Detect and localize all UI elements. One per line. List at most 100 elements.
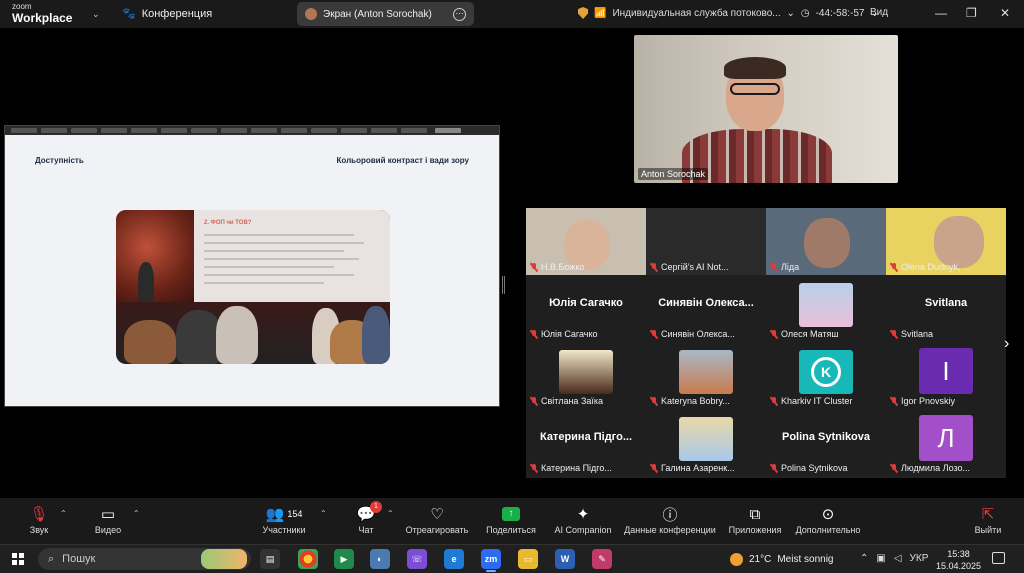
participant-display-name: Юлія Сагачко [549, 297, 623, 309]
search-highlight-image [201, 549, 247, 569]
participant-display-name: Polina Sytnikova [781, 431, 871, 443]
participant-tile[interactable]: K Kharkiv IT Cluster [766, 342, 886, 409]
meeting-toolbar: 🎙 Звук ⌃ ▭ Видео ⌃ 👥 154 Участники ⌃ 💬 1 Ч… [0, 498, 1024, 544]
participant-tile[interactable]: Л Людмила Лозо... [886, 409, 1006, 476]
participant-tile[interactable]: Юлія Сагачко Юлія Сагачко [526, 275, 646, 342]
zoom-logo[interactable]: zoom Workplace [12, 3, 73, 25]
volume-icon[interactable]: ◁ [894, 553, 902, 564]
participant-tile[interactable]: Олеся Матяш [766, 275, 886, 342]
chevron-up-icon[interactable]: ⌃ [860, 553, 868, 564]
cluster-logo-icon: K [811, 357, 841, 387]
chrome-icon[interactable] [298, 549, 318, 569]
close-icon[interactable]: ✕ [1000, 6, 1010, 20]
mic-off-icon [650, 396, 658, 406]
speaker-name: Anton Sorochak [638, 168, 709, 180]
more-options-icon[interactable]: ⋯ [453, 7, 466, 21]
screen-share-label: Экран (Anton Sorochak) [323, 8, 432, 20]
network-icon[interactable]: ▣ [876, 553, 885, 564]
stream-status[interactable]: 📶 Индивидуальная служба потоково... ⌄ ◷ … [578, 7, 879, 19]
notification-icon[interactable] [992, 552, 1005, 564]
weather-widget[interactable]: 21°C Meist sonnig [730, 553, 833, 566]
mic-off-icon [530, 262, 538, 272]
meeting-info-button[interactable]: 🐾 Конференция [122, 7, 212, 21]
mic-off-icon [650, 329, 658, 339]
mic-off-icon [650, 262, 658, 272]
participant-tile[interactable]: Галина Азаренк... [646, 409, 766, 476]
participant-tile[interactable]: Катерина Підго... Катерина Підго... [526, 409, 646, 476]
avatar [305, 8, 317, 20]
participant-name: Юлія Сагачко [541, 329, 598, 339]
taskbar-clock[interactable]: 15:38 15.04.2025 [936, 548, 981, 572]
paint-icon[interactable]: ✎ [592, 549, 612, 569]
minimize-icon[interactable]: — [935, 6, 947, 20]
view-button[interactable]: Вид [870, 7, 888, 18]
participant-name: Катерина Підго... [541, 463, 612, 473]
sun-icon [730, 553, 743, 566]
chevron-down-icon[interactable]: ⌄ [786, 8, 794, 19]
shared-screen[interactable]: Доступність Кольоровий контраст і вади з… [4, 125, 500, 407]
participant-tile[interactable]: Ліда [766, 208, 886, 275]
slide-photo: 2. ФОП чи ТОВ? [116, 210, 390, 364]
participants-count: 154 [287, 509, 303, 519]
meeting-timer: -44:-58:-57 [815, 7, 865, 19]
mic-off-icon [770, 262, 778, 272]
task-view-icon[interactable]: ▤ [260, 549, 280, 569]
mic-off-icon [890, 396, 898, 406]
language-indicator[interactable]: УКР [910, 553, 929, 564]
participant-tile[interactable]: Kateryna Bobry... [646, 342, 766, 409]
word-icon[interactable]: W [555, 549, 575, 569]
participant-tile[interactable]: Н.В.Божко [526, 208, 646, 275]
temperature: 21°C [749, 554, 772, 565]
clock-time: 15:38 [947, 549, 970, 559]
mic-muted-icon: 🎙 [29, 506, 49, 523]
leave-button[interactable]: ⇱ Выйти [940, 503, 1024, 535]
participant-tile[interactable]: Svitlana Svitlana [886, 275, 1006, 342]
active-speaker-video[interactable]: Anton Sorochak [634, 35, 898, 183]
mic-off-icon [770, 463, 778, 473]
mic-off-icon [890, 329, 898, 339]
viber-icon[interactable]: ☏ [407, 549, 427, 569]
system-tray[interactable]: ⌃ ▣ ◁ УКР [860, 553, 928, 564]
chevron-right-icon[interactable]: › [1004, 335, 1009, 353]
meet-icon[interactable]: ▶ [334, 549, 354, 569]
exit-icon: ⇱ [981, 506, 995, 523]
more-icon: ⊙ [821, 506, 835, 523]
stream-label: Индивидуальная служба потоково... [612, 7, 781, 19]
participant-tile[interactable]: Polina Sytnikova Polina Sytnikova [766, 409, 886, 476]
participant-tile[interactable]: Сергій's AI Not... [646, 208, 766, 275]
react-label: Отреагировать [405, 525, 469, 535]
browser-icon[interactable]: ◐ [370, 549, 390, 569]
participant-tile[interactable]: I Igor Pnovskiy [886, 342, 1006, 409]
taskbar-search[interactable]: ⌕ Пошук [38, 548, 251, 570]
chevron-up-icon[interactable]: ⌃ [133, 509, 140, 518]
chat-badge: 1 [370, 501, 382, 513]
chevron-down-icon[interactable]: ⌄ [92, 9, 100, 20]
video-label: Видео [94, 525, 122, 535]
participant-name: Н.В.Божко [541, 262, 585, 272]
participants-label: Участники [262, 525, 306, 535]
logo-line2: Workplace [12, 11, 73, 25]
file-explorer-icon[interactable]: ▭ [518, 549, 538, 569]
participant-tile[interactable]: Olena Dudnyk, ... [886, 208, 1006, 275]
mic-off-icon [770, 329, 778, 339]
video-button[interactable]: ▭ Видео [60, 503, 156, 535]
windows-start-icon[interactable] [12, 553, 24, 565]
participant-tile[interactable]: Синявін Олекса... Синявін Олекса... [646, 275, 766, 342]
edge-icon[interactable]: e [444, 549, 464, 569]
zoom-taskbar-icon[interactable]: zm [481, 549, 501, 569]
participant-name: Людмила Лозо... [901, 463, 971, 473]
windows-taskbar: ⌕ Пошук ▤ ▶ ◐ ☏ e zm ▭ W ✎ 21°C Meist so… [0, 544, 1024, 573]
shared-browser-tabs [5, 126, 499, 135]
meeting-info-toolbar-button[interactable]: ⓘ Данные конференции [622, 503, 718, 536]
restore-icon[interactable]: ❐ [966, 6, 977, 20]
more-button[interactable]: ⊙ Дополнительно [780, 503, 876, 535]
screen-share-pill[interactable]: Экран (Anton Sorochak) ⋯ [297, 2, 474, 26]
heart-icon: ♡ [430, 506, 444, 523]
participant-tile[interactable]: Світлана Заїка [526, 342, 646, 409]
splitter-handle[interactable] [502, 276, 505, 294]
ai-companion-button[interactable]: ✦ AI Companion [535, 503, 631, 535]
mic-off-icon [530, 329, 538, 339]
weather-text: Meist sonnig [777, 554, 834, 565]
share-screen-icon: ↑ [502, 507, 520, 521]
clock-date: 15.04.2025 [936, 561, 982, 571]
